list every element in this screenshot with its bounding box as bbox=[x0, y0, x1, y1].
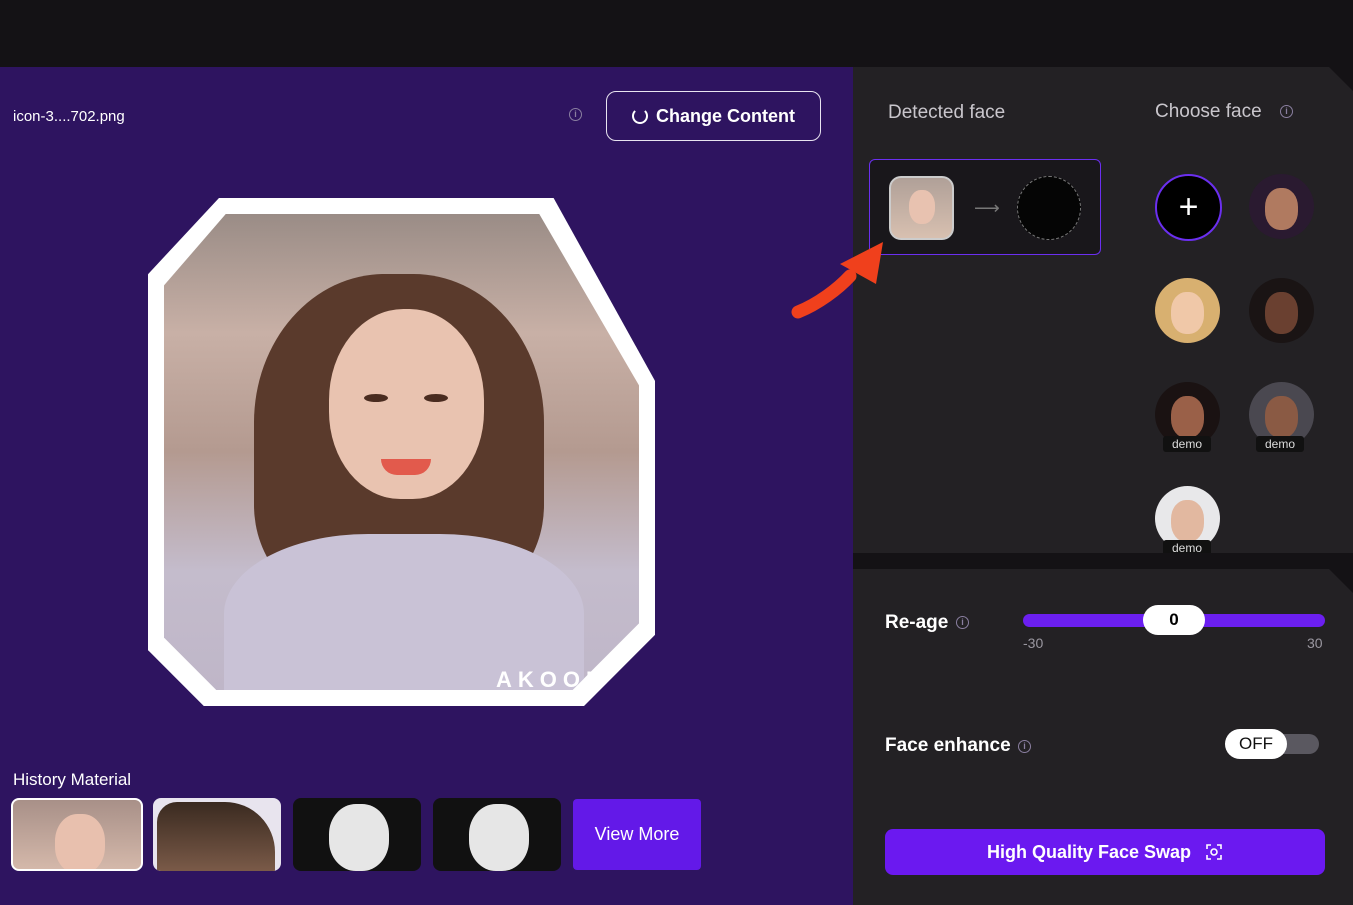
watermark: AKOOL bbox=[496, 667, 606, 692]
face-skin bbox=[1265, 292, 1298, 334]
preview-image bbox=[164, 214, 639, 690]
thumb-face bbox=[55, 814, 105, 869]
editor-panel: icon-3....702.png i Change Content AKOOL… bbox=[0, 67, 853, 905]
reage-min-label: -30 bbox=[1023, 635, 1044, 651]
info-icon[interactable]: i bbox=[569, 108, 582, 121]
thumb-face bbox=[469, 804, 529, 871]
face-panel: Detected face Choose face i ⟶ + demo dem… bbox=[853, 67, 1353, 553]
detected-face-pair[interactable]: ⟶ bbox=[869, 159, 1101, 255]
face-enhance-toggle[interactable]: OFF bbox=[1225, 729, 1319, 759]
toggle-knob: OFF bbox=[1225, 729, 1287, 759]
file-name: icon-3....702.png bbox=[13, 108, 125, 125]
plus-icon: + bbox=[1178, 188, 1199, 226]
face-shape bbox=[329, 309, 484, 499]
face-preview bbox=[148, 198, 655, 706]
face-skin bbox=[1265, 396, 1298, 438]
thumb-face bbox=[329, 804, 389, 871]
demo-badge: demo bbox=[1163, 436, 1212, 452]
face-skin bbox=[1171, 500, 1204, 542]
choose-face-option[interactable] bbox=[1155, 278, 1220, 343]
thumb-face bbox=[157, 802, 275, 871]
add-face-button[interactable]: + bbox=[1155, 174, 1222, 241]
history-thumb[interactable] bbox=[153, 798, 281, 871]
demo-badge: demo bbox=[1256, 436, 1305, 452]
choose-face-title: Choose face bbox=[1155, 101, 1262, 122]
mouth bbox=[381, 459, 431, 475]
refresh-icon bbox=[632, 108, 648, 124]
reage-slider-thumb[interactable]: 0 bbox=[1143, 605, 1205, 635]
reage-label: Re-age bbox=[885, 612, 949, 633]
thumb-face bbox=[909, 190, 935, 224]
history-thumb[interactable] bbox=[293, 798, 421, 871]
info-icon[interactable]: i bbox=[1018, 740, 1031, 753]
choose-face-option[interactable] bbox=[1249, 174, 1314, 239]
change-content-label: Change Content bbox=[656, 105, 795, 126]
arrow-right-icon: ⟶ bbox=[974, 198, 1000, 218]
choose-face-option[interactable] bbox=[1249, 278, 1314, 343]
history-thumb[interactable] bbox=[11, 798, 143, 871]
left-eye bbox=[364, 394, 388, 402]
top-bar bbox=[0, 0, 1353, 67]
hq-swap-label: High Quality Face Swap bbox=[986, 841, 1192, 862]
view-more-button[interactable]: View More bbox=[573, 799, 701, 870]
pointer-arrow-icon bbox=[791, 242, 883, 319]
history-thumb[interactable] bbox=[433, 798, 561, 871]
panel-divider bbox=[853, 553, 1353, 569]
history-title: History Material bbox=[13, 770, 132, 789]
high-quality-face-swap-button[interactable]: High Quality Face Swap bbox=[885, 829, 1325, 875]
settings-panel: Re-age i 0 -30 30 Face enhance i OFF Hig… bbox=[853, 569, 1353, 905]
info-icon[interactable]: i bbox=[956, 616, 969, 629]
right-eye bbox=[424, 394, 448, 402]
face-skin bbox=[1171, 292, 1204, 334]
detected-face-thumb[interactable] bbox=[889, 176, 954, 240]
face-enhance-label: Face enhance bbox=[885, 735, 1011, 756]
face-skin bbox=[1265, 188, 1298, 230]
face-skin bbox=[1171, 396, 1204, 438]
change-content-button[interactable]: Change Content bbox=[606, 91, 821, 141]
detected-face-title: Detected face bbox=[888, 102, 1006, 123]
info-icon[interactable]: i bbox=[1280, 105, 1293, 118]
face-scan-icon bbox=[1206, 844, 1222, 860]
reage-max-label: 30 bbox=[1307, 635, 1323, 651]
target-face-slot[interactable] bbox=[1017, 176, 1081, 240]
